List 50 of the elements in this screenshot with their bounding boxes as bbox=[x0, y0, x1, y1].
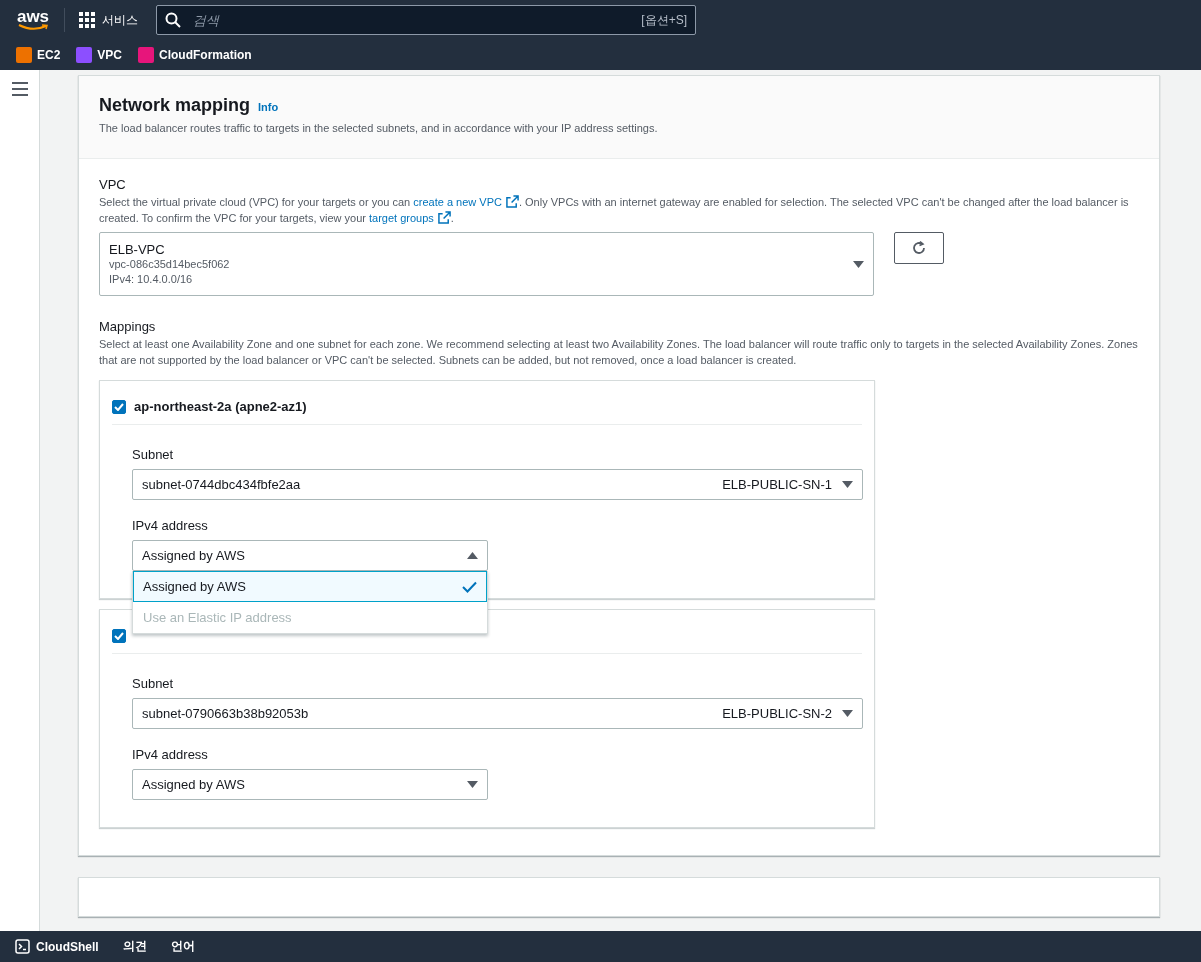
favorite-link[interactable]: EC2 bbox=[16, 47, 61, 63]
dropdown-option[interactable]: Assigned by AWS bbox=[133, 571, 487, 602]
refresh-icon bbox=[911, 240, 927, 256]
field-label: Subnet bbox=[132, 447, 175, 462]
caret-icon bbox=[842, 710, 853, 717]
checkbox[interactable] bbox=[112, 628, 126, 643]
favorite-link[interactable]: CloudFormation bbox=[138, 47, 252, 63]
footer-link[interactable]: CloudShell bbox=[15, 939, 99, 954]
footer-link[interactable]: 언어 bbox=[170, 938, 195, 955]
help-link[interactable]: target groups bbox=[369, 212, 451, 224]
mappings-description: Select at least one Availability Zone and one subnet for each zone. We recommend selecting at least two Availability Zones. The load balancer will route traffic only to targets in the selected Availability Zones. Zones that are not supported by the load balancer or VPC can't be selected. Subnets can be added, but not removed, once a load balancer is created. bbox=[99, 337, 1139, 368]
vpc-select[interactable]: ELB-VPC vpc-086c35d14bec5f062 IPv4: 10.4.0.0/16 bbox=[99, 232, 874, 296]
caret-icon bbox=[853, 260, 864, 268]
services-menu-button[interactable]: 서비스 bbox=[79, 11, 138, 29]
caret-icon bbox=[467, 552, 478, 559]
section-description: The load balancer routes traffic to targets in the selected subnets, and in accordance with your IP address settings. bbox=[99, 121, 659, 136]
shortcut-hint: [옵션+S] bbox=[641, 11, 687, 29]
field-label: Subnet bbox=[132, 676, 175, 691]
subnet-select[interactable]: subnet-0790663b38b92053b ELB-PUBLIC-SN-2 bbox=[132, 698, 863, 729]
vpc-cidr: IPv4: 10.4.0.0/16 bbox=[109, 271, 194, 287]
external-link-icon bbox=[437, 211, 451, 224]
vpc-description: Select the virtual private cloud (VPC) for your targets or you can create a new VPC . Only VPCs with an internet gateway are enabled for selection. The selected VPC can't be changed after the load balancer is created. To confirm the VPC for your targets, view your target groups . bbox=[99, 194, 1130, 226]
vpc-label: VPC bbox=[99, 177, 127, 192]
vpc-id: vpc-086c35d14bec5f062 bbox=[109, 256, 231, 272]
search-input[interactable]: 검색 bbox=[191, 11, 632, 29]
field-label: IPv4 address bbox=[132, 518, 209, 533]
favorite-link[interactable]: VPC bbox=[76, 47, 123, 63]
search-field[interactable]: 검색 [옵션+S] bbox=[156, 5, 696, 35]
subnet-select[interactable]: subnet-0744dbc434fbfe2aa ELB-PUBLIC-SN-1 bbox=[132, 469, 863, 500]
vpc-name: ELB-VPC bbox=[109, 241, 166, 257]
terminal-icon bbox=[15, 939, 30, 954]
ipv4-select[interactable]: Assigned by AWS bbox=[132, 540, 488, 571]
external-link-icon bbox=[505, 195, 519, 208]
caret-icon bbox=[467, 781, 478, 788]
mappings-label: Mappings bbox=[99, 319, 157, 334]
info-link[interactable]: Info bbox=[258, 101, 279, 113]
ipv4-select[interactable]: Assigned by AWS bbox=[132, 769, 488, 800]
field-label: IPv4 address bbox=[132, 747, 209, 762]
checkbox[interactable] bbox=[112, 399, 126, 414]
footer-link[interactable]: 의견 bbox=[122, 938, 147, 955]
refresh-button[interactable] bbox=[894, 232, 944, 264]
aws-logo[interactable]: aws bbox=[16, 9, 50, 31]
zone-label: ap-northeast-2a (apne2-az1) bbox=[134, 399, 307, 414]
help-link[interactable]: create a new VPC bbox=[413, 196, 519, 208]
search-icon bbox=[165, 12, 181, 28]
grid-icon bbox=[79, 12, 95, 28]
check-icon bbox=[462, 580, 477, 593]
section-title: Network mapping bbox=[99, 95, 250, 116]
menu-icon[interactable] bbox=[11, 82, 28, 96]
caret-icon bbox=[842, 481, 853, 488]
